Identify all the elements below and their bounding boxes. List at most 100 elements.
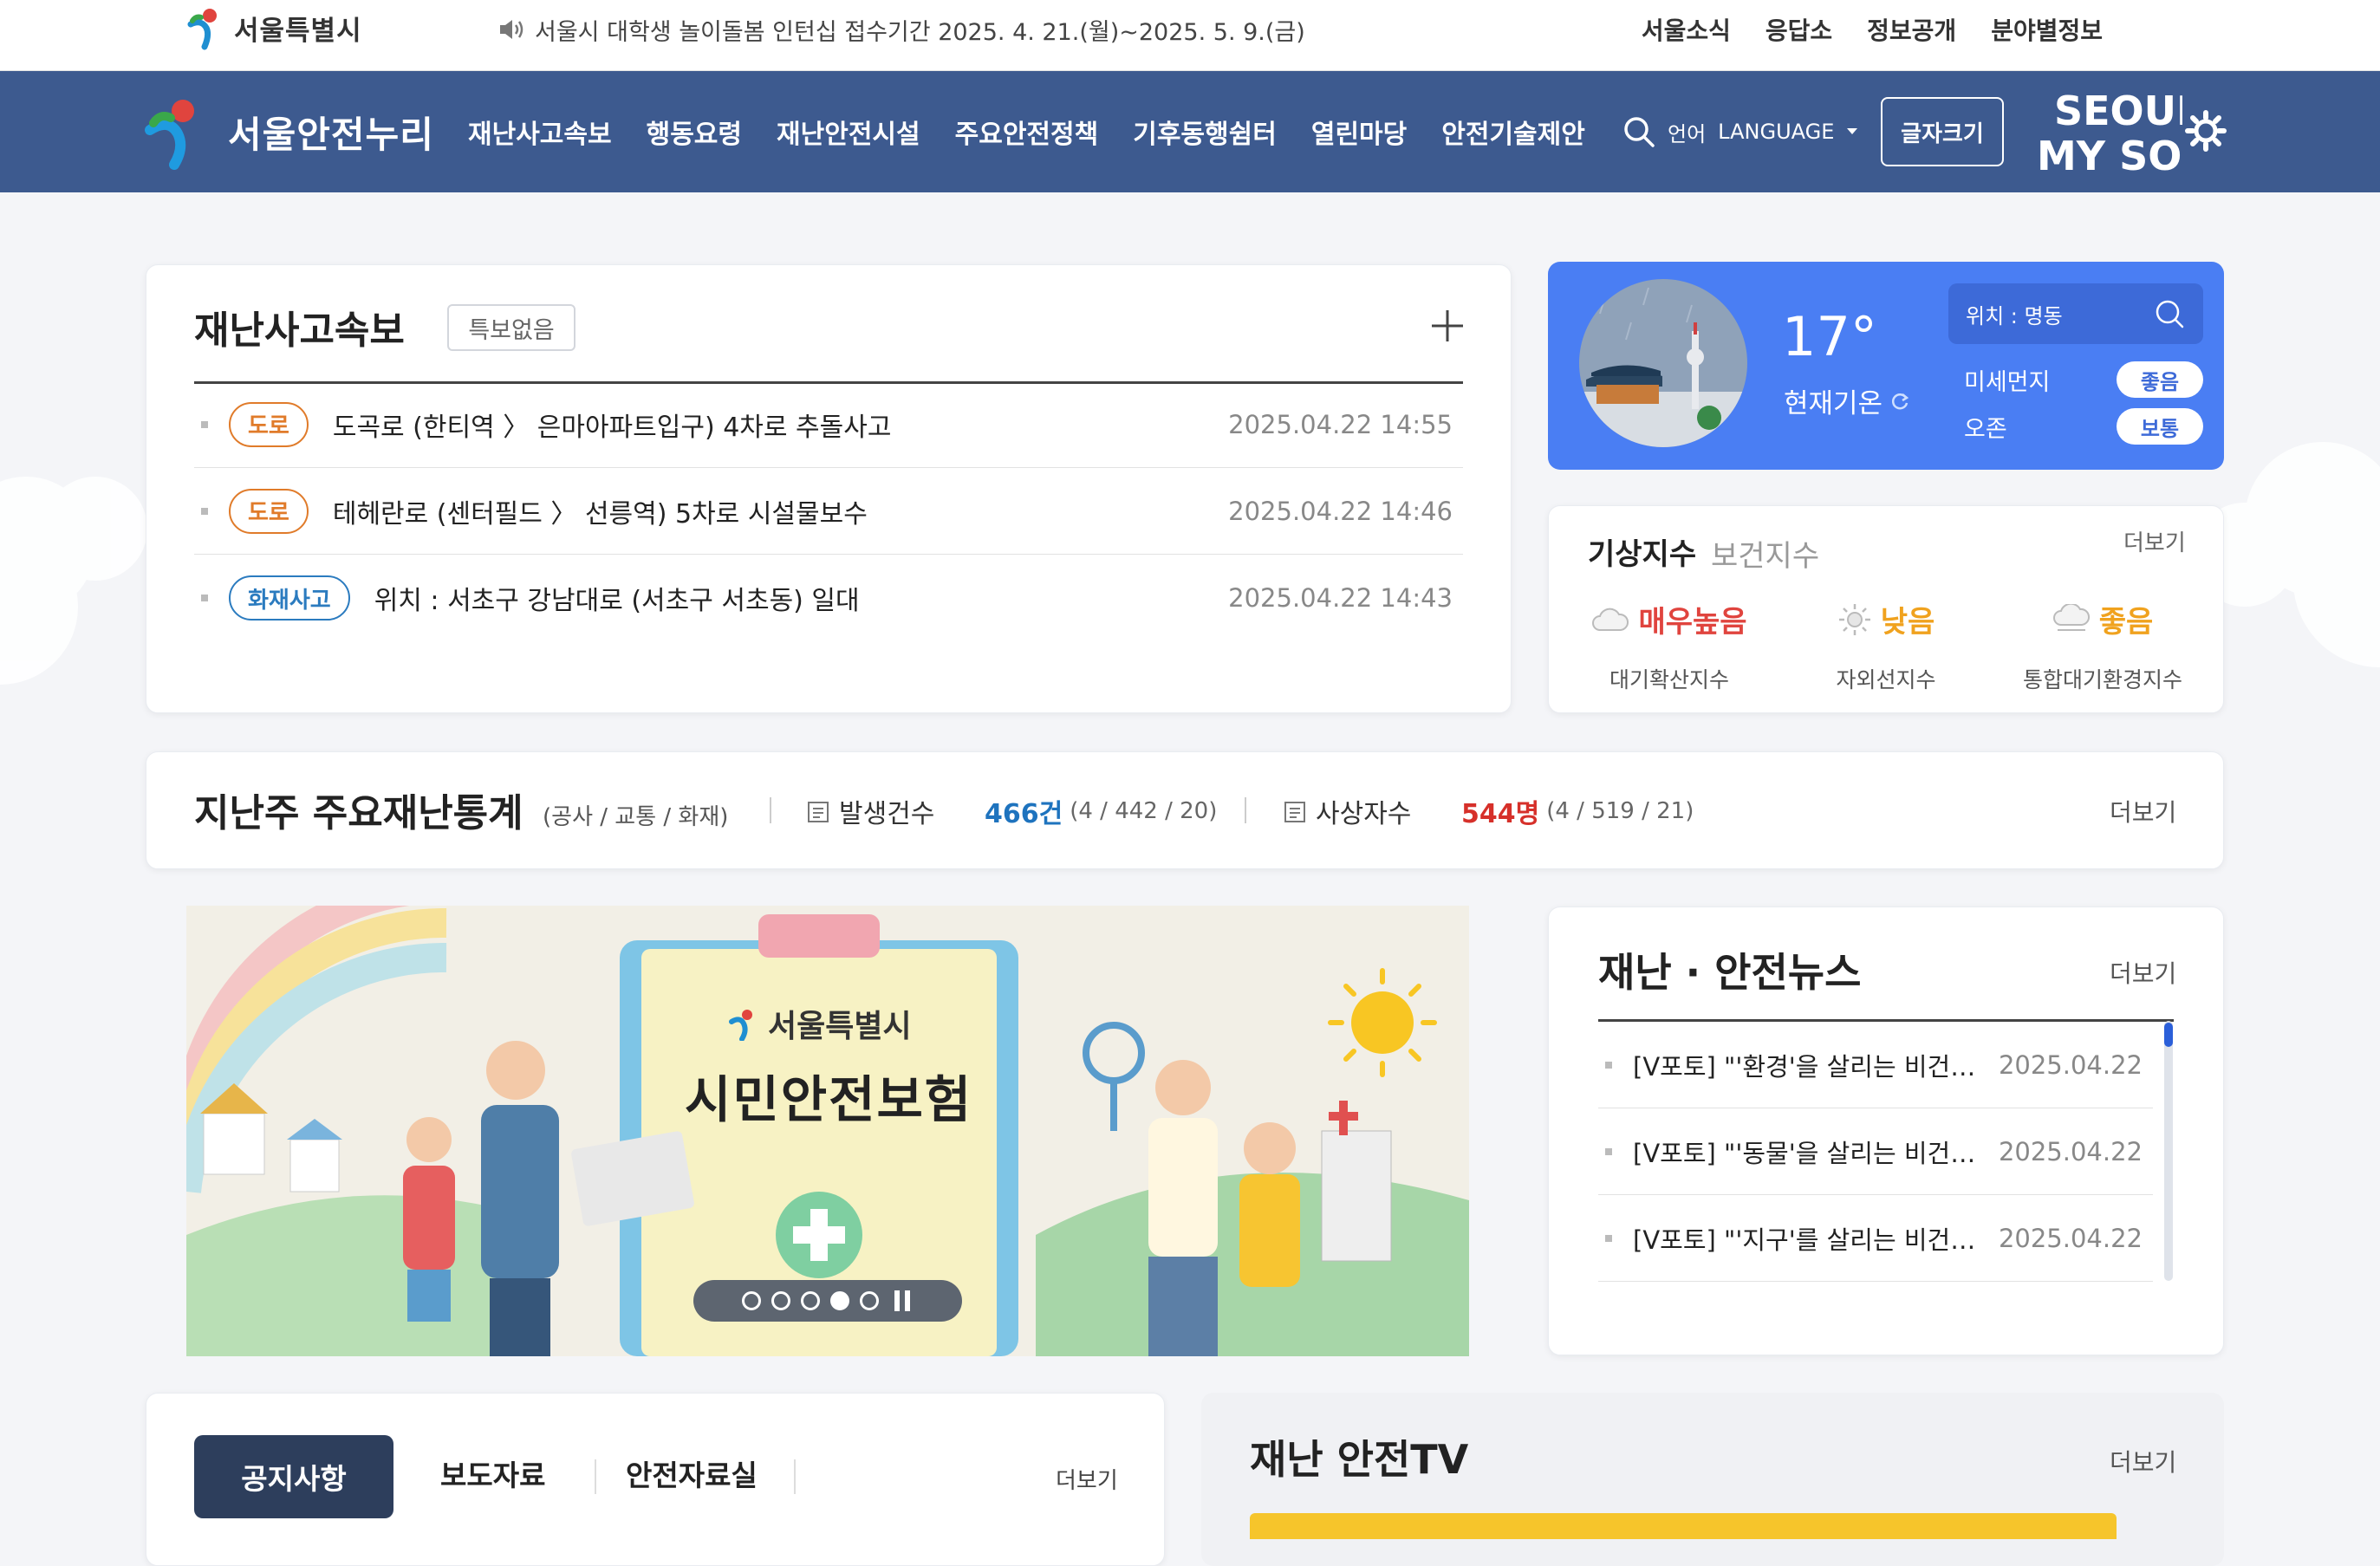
item-text: 위치 : 서초구 강남대로 (서초구 서초동) 일대 [374, 586, 860, 616]
category-tag: 도로 [229, 401, 309, 447]
fine-dust-label: 미세먼지 [1964, 368, 2051, 396]
brand-bottom-text: MY SOUL [2037, 133, 2182, 179]
divider [770, 797, 771, 823]
list-item[interactable]: [V포토] "'환경'을 살리는 비건… 2025.04.22 [1598, 1022, 2153, 1108]
calendar-icon [1284, 802, 1305, 822]
item-text: 도곡로 (한티역 〉 은마아파트입구) 4차로 추돌사고 [332, 412, 892, 443]
news-date: 2025.04.22 [1998, 1136, 2143, 1166]
bullet [1605, 1061, 1612, 1069]
bullet [1605, 1147, 1612, 1155]
utility-links: 서울소식 응답소 정보공개 분야별정보 [1642, 10, 2103, 49]
calendar-icon [808, 802, 829, 822]
temperature-label: 현재기온 [1784, 388, 1883, 419]
cloud-icon [2052, 603, 2090, 631]
brand-top-text: SEOUL [2054, 88, 2182, 134]
tab-weather-index[interactable]: 기상지수 [1588, 530, 1696, 573]
casualty-count: 544명 [1461, 799, 1540, 829]
divider [1245, 797, 1246, 823]
link-seoul-news[interactable]: 서울소식 [1642, 12, 1731, 47]
occurrence-detail: (4 / 442 / 20) [1070, 798, 1218, 824]
banner-title: 시민안전보험 [685, 1070, 973, 1129]
sun-icon [1838, 603, 1870, 635]
site-name: 서울안전누리 [228, 113, 434, 156]
search-icon[interactable] [1622, 115, 1655, 148]
seoul-symbol-icon [187, 9, 217, 50]
menu-climate-shelter[interactable]: 기후동행쉼터 [1133, 113, 1277, 151]
tab-press-releases[interactable]: 보도자료 [440, 1452, 545, 1494]
more-link[interactable]: 더보기 [2123, 525, 2186, 557]
stats-subtitle: (공사 / 교통 / 화재) [543, 804, 729, 830]
tab-notices[interactable]: 공지사항 [194, 1435, 393, 1518]
carousel-dot[interactable] [860, 1291, 879, 1310]
gear-icon[interactable] [2184, 109, 2227, 153]
menu-action-guide[interactable]: 행동요령 [647, 113, 742, 151]
list-item[interactable]: [V포토] "'동물'을 살리는 비건… 2025.04.22 [1598, 1108, 2153, 1195]
scrollbar-thumb[interactable] [2164, 1023, 2173, 1047]
occurrence-label-text: 발생건수 [839, 799, 935, 829]
more-link[interactable]: 더보기 [1056, 1463, 1118, 1495]
index-item-air-quality: 좋음 통합대기환경지수 [1990, 598, 2215, 694]
list-item[interactable]: 도로 도곡로 (한티역 〉 은마아파트입구) 4차로 추돌사고 2025.04.… [194, 381, 1463, 468]
casualty-label: 사상자수 [1283, 790, 1411, 832]
plus-icon[interactable] [1425, 303, 1470, 348]
menu-open-forum[interactable]: 열린마당 [1311, 113, 1407, 151]
search-icon[interactable] [2153, 297, 2186, 330]
item-date: 2025.04.22 14:46 [1228, 496, 1453, 526]
speaker-icon [500, 20, 523, 39]
link-field-info[interactable]: 분야별정보 [1991, 12, 2103, 47]
index-label: 자외선지수 [1836, 667, 1936, 692]
site-logo[interactable]: 서울안전누리 [143, 94, 434, 170]
casualty-value: 544명 (4 / 519 / 21) [1461, 790, 1694, 832]
location-search[interactable]: 위치 : 명동 [1948, 283, 2203, 344]
casualty-label-text: 사상자수 [1316, 799, 1412, 829]
menu-disaster-news[interactable]: 재난사고속보 [468, 113, 612, 151]
current-temperature: 17° [1782, 305, 1877, 368]
occurrence-value: 466건 (4 / 442 / 20) [985, 790, 1217, 832]
seoul-my-soul-logo[interactable]: SEOUL MY SOUL [2035, 85, 2182, 180]
list-item[interactable]: 도로 테헤란로 (센터필드 〉 선릉역) 5차로 시설물보수 2025.04.2… [194, 468, 1463, 555]
index-label: 통합대기환경지수 [2022, 667, 2182, 692]
refresh-icon[interactable] [1889, 391, 1910, 412]
carousel-dot[interactable] [801, 1291, 820, 1310]
banner-logo-text: 서울특별시 [768, 1009, 912, 1044]
bullet [201, 420, 208, 428]
notice-ticker[interactable]: 서울시 대학생 놀이돌봄 인턴십 접수기간 2025. 4. 21.(월)~20… [498, 10, 1305, 49]
occurrence-count: 466건 [985, 799, 1063, 829]
menu-safety-facilities[interactable]: 재난안전시설 [777, 113, 920, 151]
tab-safety-archive[interactable]: 안전자료실 [626, 1452, 758, 1494]
carousel-dot-active[interactable] [830, 1291, 849, 1310]
link-info-disclosure[interactable]: 정보공개 [1867, 12, 1956, 47]
divider [595, 1459, 596, 1494]
link-eungdapso[interactable]: 응답소 [1765, 12, 1832, 47]
list-item[interactable]: [V포토] "'지구'를 살리는 비건… 2025.04.22 [1598, 1195, 2153, 1282]
language-selector[interactable]: 언어 LANGUAGE [1622, 111, 1858, 153]
notice-text: 서울시 대학생 놀이돌봄 인턴십 접수기간 2025. 4. 21.(월)~20… [535, 18, 1305, 46]
menu-tech-proposal[interactable]: 안전기술제안 [1441, 113, 1585, 151]
more-link[interactable]: 더보기 [2110, 1444, 2176, 1478]
gov-name: 서울특별시 [234, 15, 362, 47]
stats-title: 지난주 주요재난통계 [194, 791, 523, 835]
carousel-dot[interactable] [771, 1291, 790, 1310]
news-date: 2025.04.22 [1998, 1049, 2143, 1080]
list-item[interactable]: 화재사고 위치 : 서초구 강남대로 (서초구 서초동) 일대 2025.04.… [194, 555, 1463, 641]
menu-safety-policy[interactable]: 주요안전정책 [955, 113, 1099, 151]
ozone-status-badge: 보통 [2117, 408, 2203, 445]
video-thumbnail[interactable] [1250, 1513, 2117, 1539]
tab-health-index[interactable]: 보건지수 [1711, 532, 1819, 575]
occurrence-label: 발생건수 [806, 790, 934, 832]
lang-label: 언어 [1668, 121, 1707, 146]
more-link[interactable]: 더보기 [2110, 955, 2176, 990]
safety-tv-title: 재난 안전TV [1250, 1436, 1469, 1483]
seoul-gov-logo[interactable]: 서울특별시 [184, 2, 362, 54]
seoul-symbol-icon [729, 1010, 752, 1041]
divider [794, 1459, 796, 1494]
font-size-button[interactable]: 글자크기 [1881, 97, 2004, 166]
bullet [201, 507, 208, 515]
main-menu: 재난사고속보 행동요령 재난안전시설 주요안전정책 기후동행쉼터 열린마당 안전… [468, 109, 1585, 154]
carousel-dot[interactable] [742, 1291, 761, 1310]
pause-icon[interactable] [894, 1290, 914, 1311]
bullet [201, 595, 208, 601]
casualty-detail: (4 / 519 / 21) [1546, 798, 1694, 824]
scrollbar-track[interactable] [2164, 1021, 2173, 1281]
more-link[interactable]: 더보기 [2110, 794, 2176, 828]
